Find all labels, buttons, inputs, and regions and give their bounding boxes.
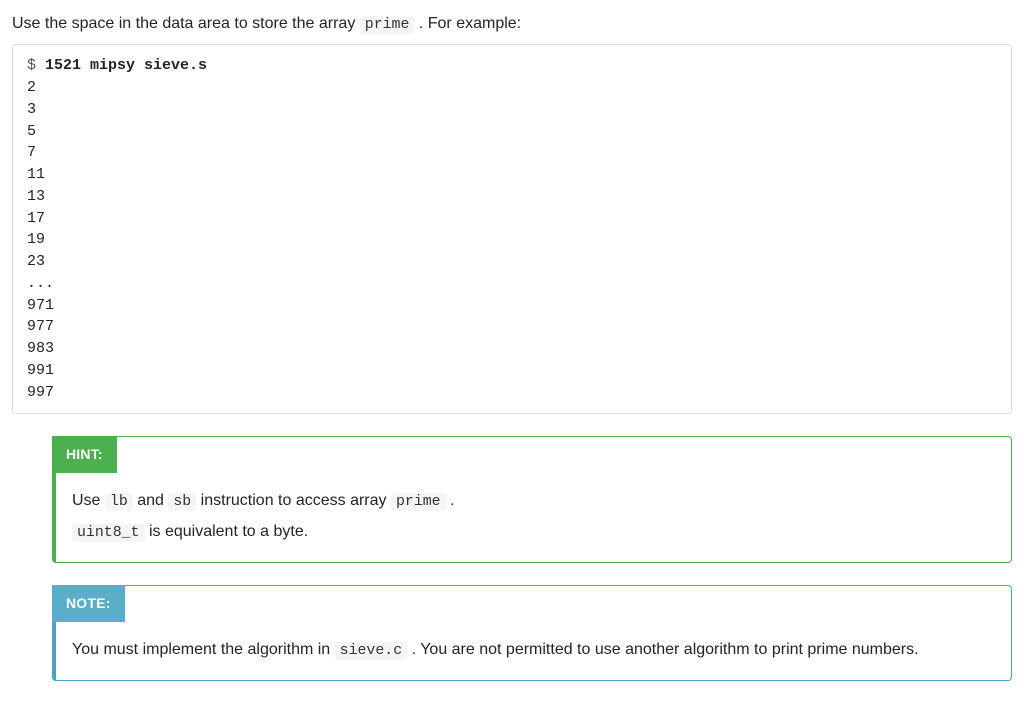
- terminal-line: 997: [27, 384, 54, 401]
- terminal-line: ...: [27, 275, 54, 292]
- hint-label: HINT:: [52, 436, 117, 473]
- intro-text-before: Use the space in the data area to store …: [12, 15, 360, 32]
- hint-text: and: [137, 492, 168, 509]
- note-label: NOTE:: [52, 585, 125, 622]
- terminal-command: 1521 mipsy sieve.s: [45, 57, 207, 74]
- terminal-line: 977: [27, 318, 54, 335]
- intro-paragraph: Use the space in the data area to store …: [12, 12, 1012, 36]
- intro-text-after: . For example:: [419, 15, 521, 32]
- terminal-line: 19: [27, 231, 45, 248]
- intro-code-prime: prime: [360, 16, 415, 34]
- hint-code-lb: lb: [105, 493, 133, 511]
- note-callout: NOTE: You must implement the algorithm i…: [52, 585, 1012, 681]
- terminal-line: 5: [27, 123, 36, 140]
- hint-text: is equivalent to a byte.: [149, 523, 308, 540]
- terminal-line: 23: [27, 253, 45, 270]
- terminal-line: 17: [27, 210, 45, 227]
- hint-code-prime: prime: [391, 493, 446, 511]
- terminal-line: 3: [27, 101, 36, 118]
- hint-callout: HINT: Use lb and sb instruction to acces…: [52, 436, 1012, 563]
- hint-text: .: [450, 492, 454, 509]
- terminal-line: 983: [27, 340, 54, 357]
- terminal-line: 13: [27, 188, 45, 205]
- terminal-line: 11: [27, 166, 45, 183]
- hint-code-sb: sb: [168, 493, 196, 511]
- hint-code-uint8: uint8_t: [72, 524, 145, 542]
- terminal-line: 971: [27, 297, 54, 314]
- terminal-block: $ 1521 mipsy sieve.s 2 3 5 7 11 13 17 19…: [12, 44, 1012, 414]
- terminal-line: 991: [27, 362, 54, 379]
- hint-text: Use: [72, 492, 105, 509]
- note-text: . You are not permitted to use another a…: [412, 641, 919, 658]
- note-line-1: You must implement the algorithm in siev…: [72, 638, 995, 662]
- terminal-prompt: $: [27, 57, 36, 74]
- hint-line-2: uint8_t is equivalent to a byte.: [72, 520, 995, 544]
- hint-line-1: Use lb and sb instruction to access arra…: [72, 489, 995, 513]
- note-code-sievec: sieve.c: [335, 642, 408, 660]
- terminal-line: 7: [27, 144, 36, 161]
- hint-text: instruction to access array: [201, 492, 391, 509]
- terminal-line: 2: [27, 79, 36, 96]
- note-text: You must implement the algorithm in: [72, 641, 335, 658]
